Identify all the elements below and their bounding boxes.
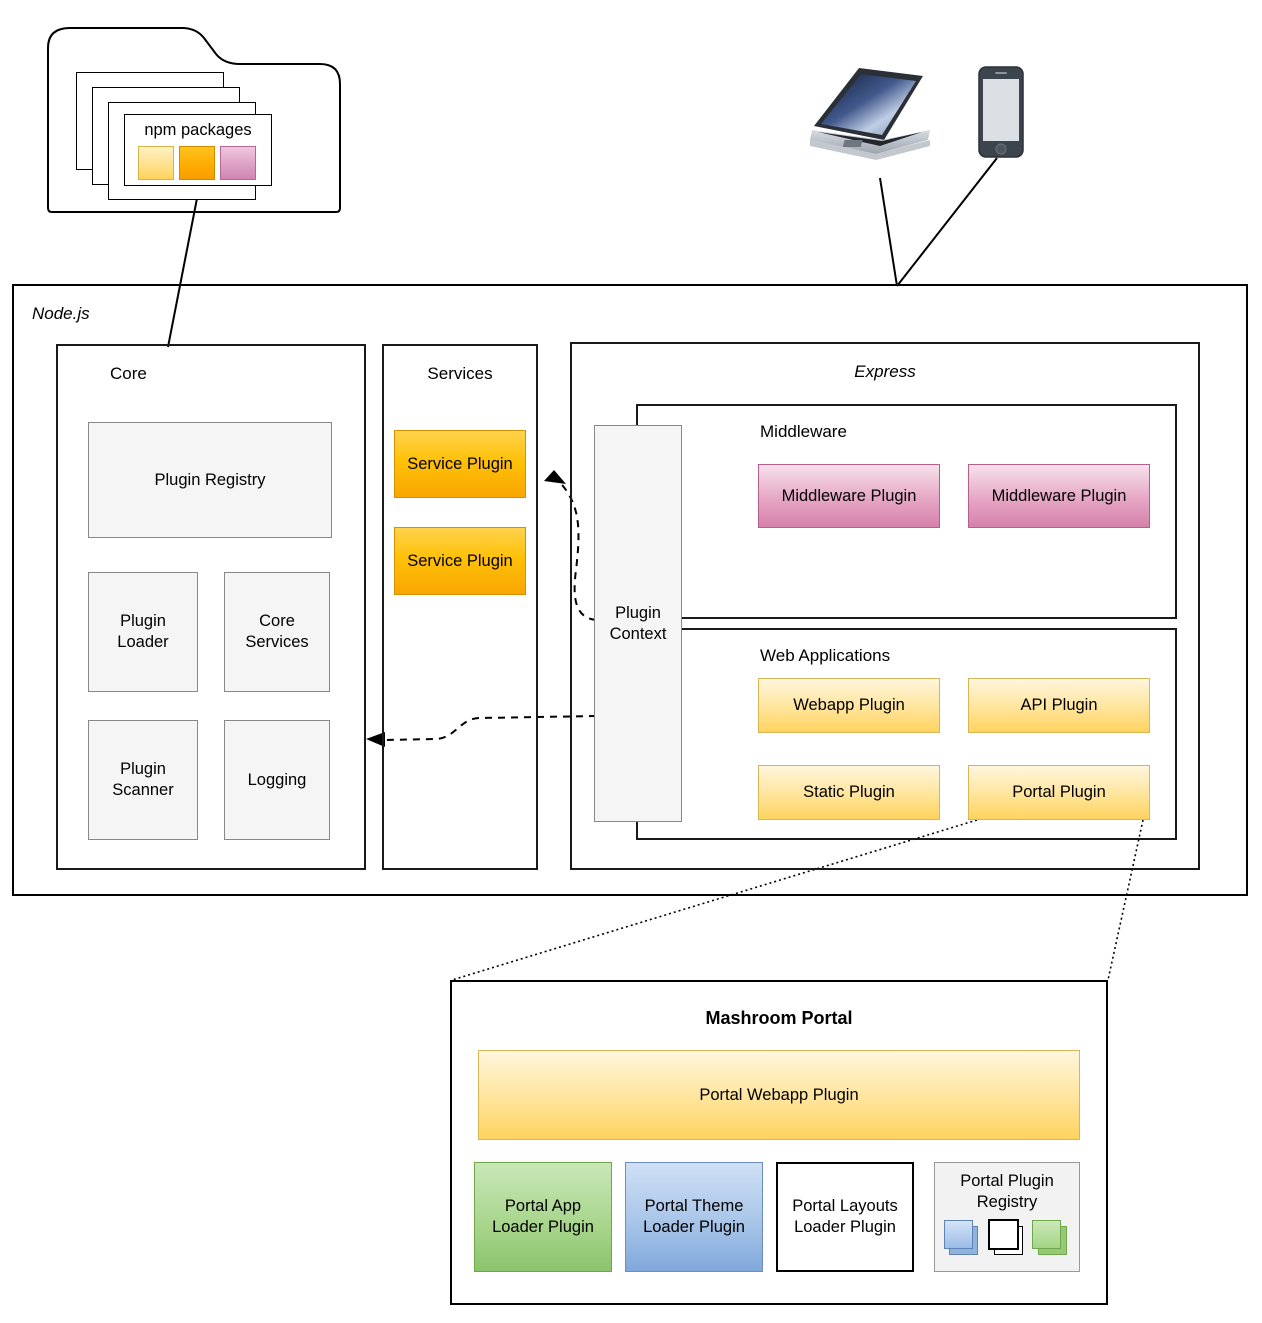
portal-layouts-loader-line2: Loader Plugin [794, 1218, 896, 1236]
portal-webapp-plugin-box[interactable]: Portal Webapp Plugin [478, 1050, 1080, 1140]
laptop-icon [810, 68, 930, 160]
plugin-scanner-box[interactable]: Plugin Scanner Plugin Scanner [88, 720, 198, 840]
connector-laptop-to-nodejs [879, 177, 898, 287]
plugin-context-line2: Context [609, 624, 667, 643]
smartphone-icon [978, 66, 1024, 158]
portal-app-loader-line2: Loader Plugin [492, 1218, 594, 1236]
registry-blue-card-front [944, 1220, 973, 1250]
architecture-diagram: npm packages Node.js Core Plugin Registr… [0, 0, 1262, 1323]
webapp-plugin-box[interactable]: Webapp Plugin [758, 678, 940, 733]
express-label: Express [854, 362, 916, 381]
static-plugin-box[interactable]: Static Plugin [758, 765, 940, 820]
portal-theme-loader-line2: Loader Plugin [643, 1218, 745, 1236]
core-services-line1: Core [259, 612, 295, 631]
portal-app-loader-line1: Portal App [504, 1197, 582, 1216]
plugin-loader-box[interactable]: Plugin Loader Plugin Loader [88, 572, 198, 692]
webapplications-label: Web Applications [760, 646, 891, 665]
portal-plugin-registry-line1: Portal Plugin [960, 1172, 1054, 1190]
npm-card-front: npm packages [124, 114, 272, 186]
middleware-label: Middleware [760, 422, 847, 441]
npm-chip-yellow [138, 146, 174, 180]
services-label: Services [427, 364, 493, 383]
npm-chip-orange [179, 146, 215, 180]
service-plugin-2[interactable]: Service Plugin [394, 527, 526, 595]
service-plugin-1[interactable]: Service Plugin [394, 430, 526, 498]
plugin-registry-box[interactable]: Plugin Registry [88, 422, 332, 538]
portal-theme-loader-line1: Portal Theme [644, 1197, 744, 1216]
portal-layouts-loader-line1: Portal Layouts [792, 1197, 898, 1216]
mashroom-portal-title: Mashroom Portal [705, 1008, 853, 1028]
services-container: Services [382, 344, 538, 870]
core-services-box[interactable]: Core Services Core Services [224, 572, 330, 692]
plugin-loader-line2: Loader [117, 633, 169, 651]
logging-box[interactable]: Logging [224, 720, 330, 840]
registry-green-card-front [1032, 1220, 1061, 1250]
registry-icon-group [943, 1216, 1071, 1262]
plugin-context-line1: Plugin [615, 603, 661, 622]
portal-theme-loader-plugin-box[interactable]: Portal Theme Loader Plugin [625, 1162, 763, 1272]
plugin-context-box[interactable]: Plugin Context [594, 425, 682, 822]
portal-layouts-loader-plugin-box[interactable]: Portal Layouts Loader Plugin [776, 1162, 914, 1272]
portal-app-loader-plugin-box[interactable]: Portal App Loader Plugin [474, 1162, 612, 1272]
plugin-scanner-line2: Scanner [112, 781, 174, 799]
middleware-plugin-1[interactable]: Middleware Plugin [758, 464, 940, 528]
plugin-loader-line1: Plugin [120, 612, 166, 631]
registry-white-card-front [988, 1219, 1019, 1251]
core-services-line2: Services [245, 633, 309, 651]
portal-plugin-registry-line2: Registry [976, 1192, 1038, 1211]
npm-chip-pink [220, 146, 256, 180]
nodejs-label: Node.js [32, 304, 90, 323]
portal-plugin-box[interactable]: Portal Plugin [968, 765, 1150, 820]
api-plugin-box[interactable]: API Plugin [968, 678, 1150, 733]
plugin-scanner-line1: Plugin [120, 760, 166, 779]
npm-packages-label: npm packages [144, 121, 252, 139]
portal-plugin-registry-box[interactable]: Portal Plugin Registry [934, 1162, 1080, 1272]
core-label: Core [110, 364, 147, 383]
connector-phone-to-nodejs [896, 157, 998, 287]
middleware-plugin-2[interactable]: Middleware Plugin [968, 464, 1150, 528]
